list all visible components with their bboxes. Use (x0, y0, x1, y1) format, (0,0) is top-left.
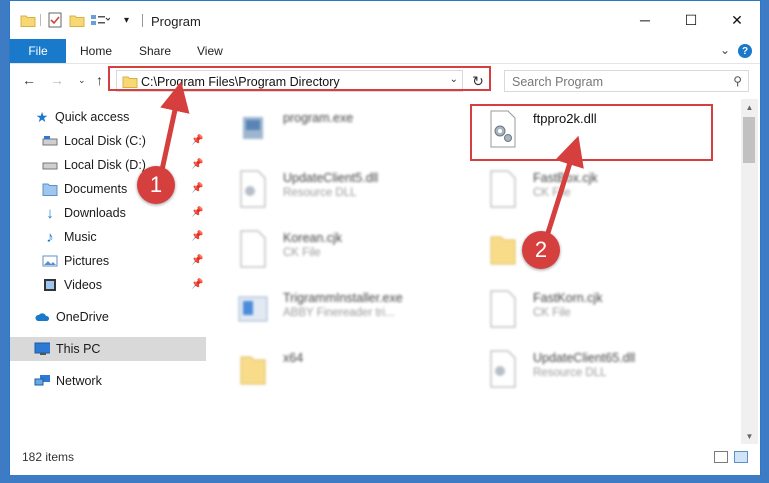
step-callout-2: 2 (522, 231, 560, 269)
step-callout-1: 1 (137, 166, 175, 204)
arrow-1 (159, 81, 190, 171)
arrow-2 (544, 135, 584, 237)
annotation-arrows (159, 81, 584, 237)
